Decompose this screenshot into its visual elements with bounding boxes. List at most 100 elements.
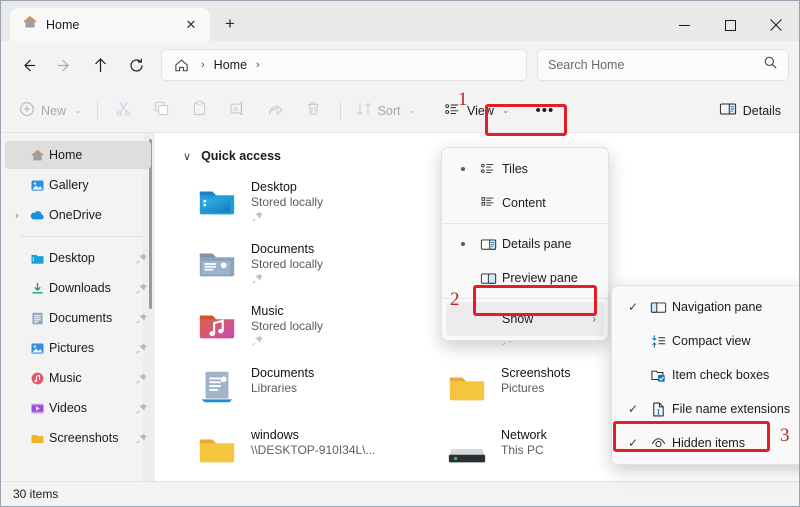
desktop-icon [25, 251, 49, 266]
sidebar-item-home[interactable]: Home [5, 141, 151, 169]
list-item[interactable]: Music Stored locally [195, 301, 445, 363]
menu-item-navigation-pane[interactable]: ✓ Navigation pane [616, 290, 799, 324]
item-name: Network [501, 428, 547, 442]
sidebar-item-onedrive[interactable]: › OneDrive [5, 201, 151, 229]
breadcrumb-home-icon[interactable] [168, 53, 194, 77]
downloads-icon [25, 281, 49, 296]
sort-button[interactable]: Sort ⌄ [348, 95, 424, 127]
menu-item-details-pane[interactable]: Details pane [446, 227, 604, 261]
pin-icon[interactable] [131, 252, 151, 265]
highlight-box-hidden-items [613, 421, 770, 452]
maximize-icon[interactable] [707, 9, 753, 41]
copy-button[interactable] [143, 95, 181, 127]
new-tab-button[interactable]: + [214, 9, 246, 39]
sidebar-item-label: Downloads [49, 281, 111, 295]
navigation-pane: Home Gallery › OneDrive Desktop Download… [1, 133, 155, 481]
menu-item-label: Tiles [502, 162, 528, 176]
sidebar-item-label: Gallery [49, 178, 89, 192]
rename-button[interactable]: A [219, 95, 257, 127]
item-subtitle: This PC [501, 443, 544, 457]
navigation-pane-icon [644, 299, 672, 316]
tab-home[interactable]: Home ✕ [10, 8, 210, 41]
home-icon [22, 14, 38, 35]
item-name: Music [251, 304, 284, 318]
pin-icon[interactable] [131, 282, 151, 295]
check-icon: ✓ [627, 300, 639, 314]
item-name: windows [251, 428, 299, 442]
search-input[interactable]: Search Home [537, 49, 789, 81]
back-icon[interactable] [11, 49, 45, 81]
menu-item-tiles[interactable]: Tiles [446, 152, 604, 186]
sidebar-item-gallery[interactable]: Gallery [5, 171, 151, 199]
sidebar-item-screenshots[interactable]: Screenshots [5, 424, 151, 452]
window-controls [661, 9, 799, 41]
close-icon[interactable]: ✕ [180, 14, 202, 36]
menu-item-item-check-boxes[interactable]: Item check boxes [616, 358, 799, 392]
new-button[interactable]: New ⌄ [11, 95, 90, 127]
forward-icon[interactable] [47, 49, 81, 81]
sidebar-item-music[interactable]: Music [5, 364, 151, 392]
pictures-icon [25, 341, 49, 356]
breadcrumb-current[interactable]: Home [212, 58, 249, 72]
list-item[interactable]: windows \\DESKTOP-910I34L\... [195, 425, 445, 487]
delete-icon [305, 100, 322, 122]
rename-icon: A [229, 100, 246, 122]
search-icon[interactable] [763, 55, 778, 75]
paste-button[interactable] [181, 95, 219, 127]
checkbox-folder-icon [644, 367, 672, 384]
chevron-right-icon[interactable]: › [9, 210, 25, 220]
chevron-down-icon[interactable]: ∨ [183, 150, 191, 163]
up-icon[interactable] [83, 49, 117, 81]
sidebar-item-label: Documents [49, 311, 113, 325]
divider-2 [339, 101, 341, 120]
item-name: Desktop [251, 180, 297, 194]
close-window-icon[interactable] [753, 9, 799, 41]
minimize-icon[interactable] [661, 9, 707, 41]
item-name: Documents [251, 366, 315, 380]
plus-circle-icon [19, 101, 35, 120]
pin-icon[interactable] [131, 372, 151, 385]
cut-icon [115, 100, 132, 122]
sidebar-item-desktop[interactable]: Desktop [5, 244, 151, 272]
item-count: 30 items [13, 487, 59, 501]
check-icon: ✓ [627, 402, 639, 416]
divider [96, 101, 98, 120]
music-icon [25, 371, 49, 386]
pin-icon[interactable] [131, 432, 151, 445]
menu-item-compact-view[interactable]: Compact view [616, 324, 799, 358]
delete-button[interactable] [295, 95, 333, 127]
list-item[interactable]: Documents Libraries [195, 363, 445, 425]
step-marker-2: 2 [450, 289, 460, 310]
share-button[interactable] [257, 95, 295, 127]
details-button[interactable]: Details [711, 95, 789, 127]
content-icon [474, 195, 502, 211]
network-folder-icon [195, 427, 239, 471]
breadcrumb-separator-2[interactable]: › [251, 59, 265, 71]
menu-item-label: Compact view [672, 334, 751, 348]
title-bar: Home ✕ + [1, 1, 799, 41]
pin-icon[interactable] [131, 402, 151, 415]
library-icon [195, 365, 239, 409]
refresh-icon[interactable] [119, 49, 153, 81]
list-item[interactable]: Documents Stored locally [195, 239, 445, 301]
pin-icon[interactable] [131, 342, 151, 355]
item-subtitle: \\DESKTOP-910I34L\... [251, 443, 376, 457]
search-placeholder: Search Home [548, 58, 625, 72]
sidebar-item-documents[interactable]: Documents [5, 304, 151, 332]
menu-item-content[interactable]: Content [446, 186, 604, 220]
menu-divider [442, 223, 608, 224]
breadcrumb[interactable]: › Home › [161, 49, 527, 81]
sidebar-item-pictures[interactable]: Pictures [5, 334, 151, 362]
menu-item-label: Preview pane [502, 271, 578, 285]
highlight-box-view [485, 104, 567, 136]
pin-icon[interactable] [131, 312, 151, 325]
step-marker-1: 1 [458, 89, 468, 110]
cut-button[interactable] [105, 95, 143, 127]
preview-pane-icon [474, 270, 502, 287]
sidebar-item-videos[interactable]: Videos [5, 394, 151, 422]
menu-item-label: Content [502, 196, 546, 210]
sidebar-item-downloads[interactable]: Downloads [5, 274, 151, 302]
list-item[interactable]: Desktop Stored locally [195, 177, 445, 239]
item-subtitle: Stored locally [251, 257, 324, 271]
new-label: New [41, 103, 67, 118]
